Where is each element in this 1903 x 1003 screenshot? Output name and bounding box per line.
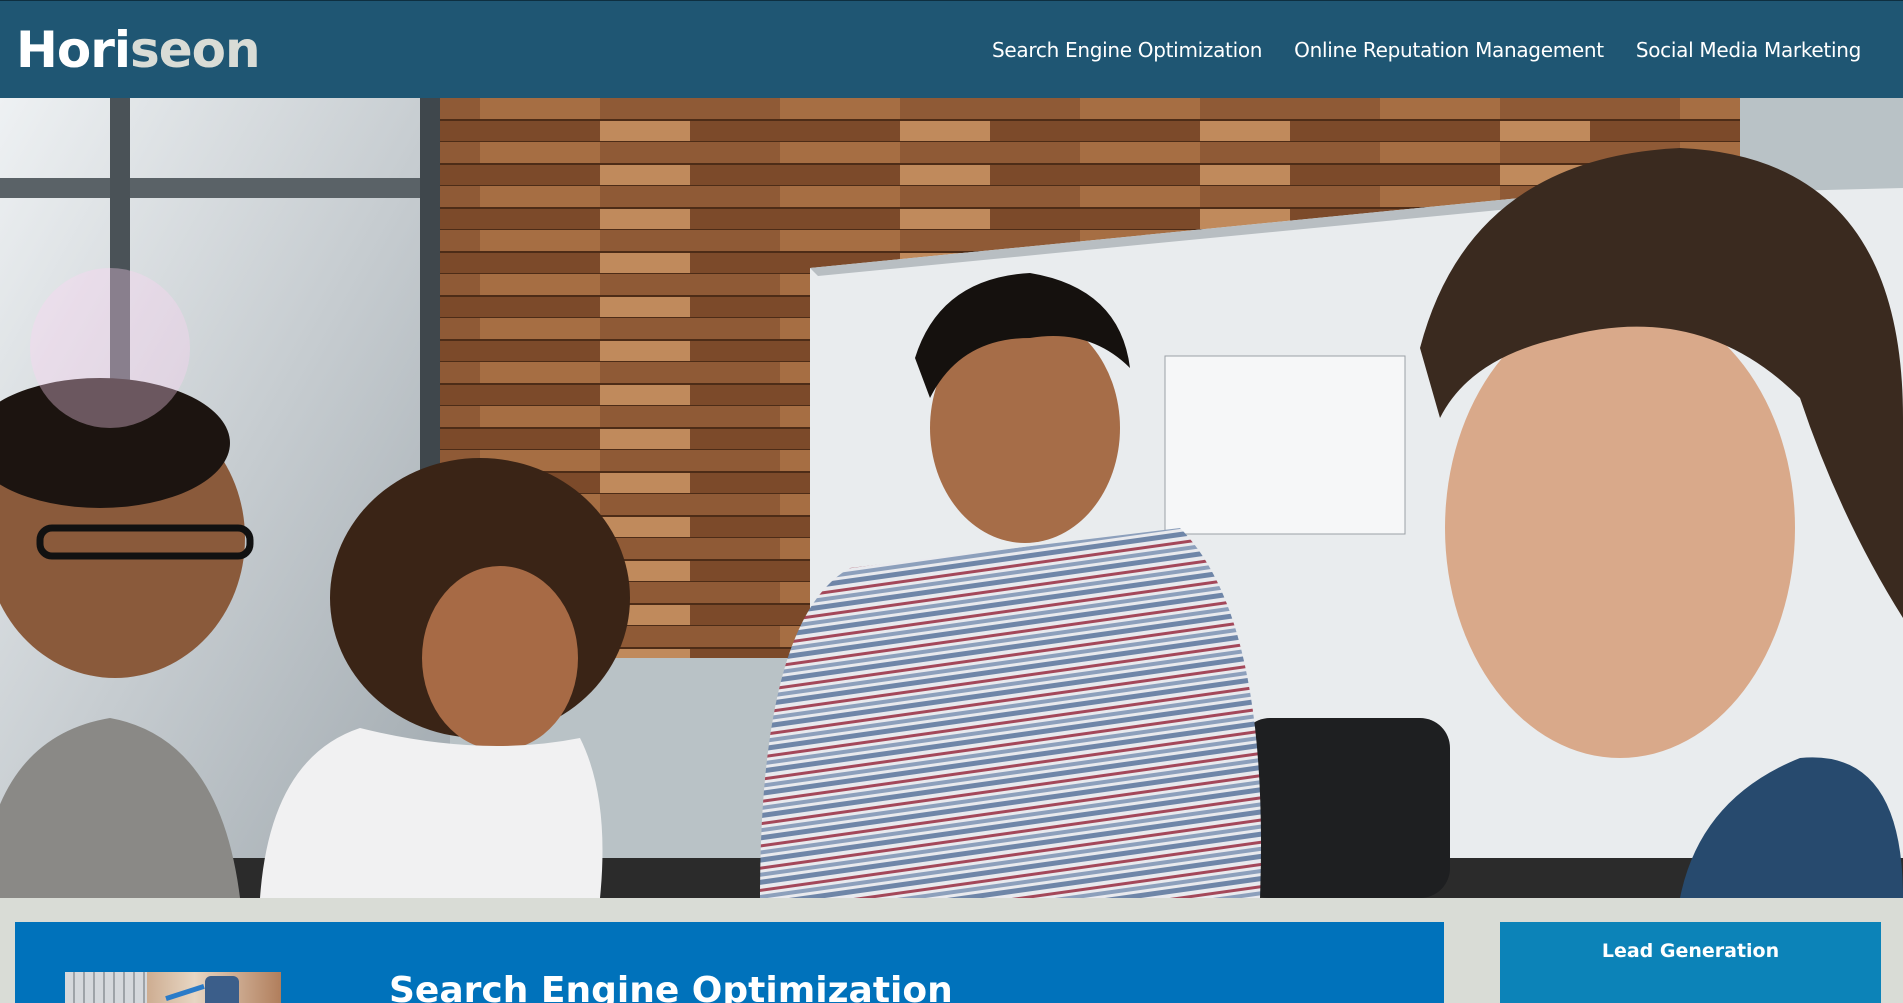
benefit-title: Lead Generation <box>1601 940 1780 962</box>
hero-image <box>0 98 1903 898</box>
hero-photo-illustration <box>0 98 1903 898</box>
pen-graphic <box>165 983 205 1002</box>
seo-thumbnail-image <box>65 972 281 1003</box>
main-nav: Search Engine Optimization Online Reputa… <box>992 38 1861 62</box>
site-header: Horiseon Search Engine Optimization Onli… <box>0 0 1903 98</box>
nav-link-seo[interactable]: Search Engine Optimization <box>992 38 1262 62</box>
keyboard-graphic <box>65 972 147 1003</box>
logo[interactable]: Horiseon <box>16 21 261 79</box>
benefit-lead-generation: Lead Generation <box>1500 922 1881 1003</box>
logo-accent: seon <box>130 21 261 79</box>
nav-link-social[interactable]: Social Media Marketing <box>1636 38 1861 62</box>
nav-link-reputation[interactable]: Online Reputation Management <box>1294 38 1604 62</box>
content-title: Search Engine Optimization <box>389 970 953 1003</box>
cup-graphic <box>205 976 239 1003</box>
content-seo: Search Engine Optimization <box>15 922 1444 1003</box>
logo-main: Hori <box>16 21 131 79</box>
